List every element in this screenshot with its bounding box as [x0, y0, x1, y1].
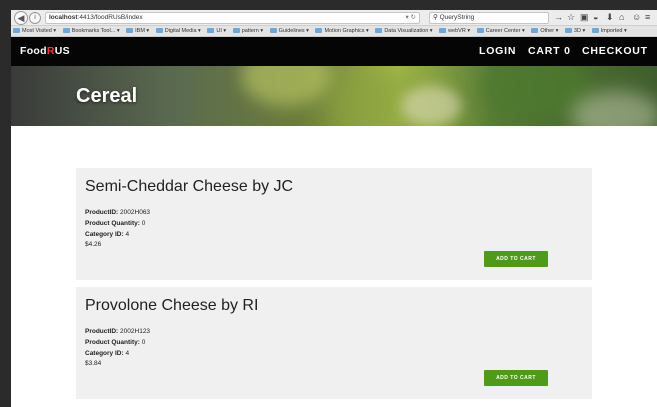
product-card: Semi-Cheddar Cheese by JC ProductID: 200…	[76, 168, 592, 280]
search-input[interactable]: ⚲ QueryString	[429, 12, 549, 24]
product-quantity: Product Quantity: 0	[85, 339, 146, 346]
product-category: Category ID: 4	[85, 350, 130, 357]
folder-icon	[269, 28, 277, 34]
page-title: Cereal	[76, 85, 138, 107]
login-link[interactable]: LOGIN	[479, 45, 516, 57]
product-category: Category ID: 4	[85, 231, 130, 238]
bookmark-item[interactable]: 3D ▾	[564, 26, 585, 36]
clipboard-icon[interactable]: ▣	[580, 11, 589, 24]
folder-icon	[13, 28, 20, 34]
bookmark-star-icon[interactable]: ☆	[567, 11, 575, 24]
hero-highlight	[241, 66, 331, 106]
folder-icon	[155, 28, 163, 34]
bookmark-item[interactable]: IBM ▾	[126, 26, 149, 36]
product-quantity: Product Quantity: 0	[85, 220, 146, 227]
product-id: ProductID: 2002H123	[85, 328, 151, 335]
add-to-cart-button[interactable]: ADD TO CART	[484, 370, 548, 386]
bookmark-item[interactable]: UI ▾	[207, 26, 226, 36]
search-icon: ⚲	[433, 14, 440, 21]
folder-icon	[232, 28, 240, 34]
bookmark-item[interactable]: pattern ▾	[232, 26, 263, 36]
checkout-link[interactable]: CHECKOUT	[582, 45, 648, 57]
product-title: Provolone Cheese by RI	[85, 297, 259, 314]
folder-icon	[564, 28, 572, 34]
info-icon[interactable]: i	[29, 12, 41, 24]
folder-icon	[375, 28, 383, 34]
go-arrow-icon[interactable]: →	[554, 11, 563, 24]
category-hero-banner: Cereal	[11, 66, 657, 126]
bookmark-item[interactable]: Data Visualization ▾	[375, 26, 433, 36]
sync-icon[interactable]: ☺	[632, 11, 641, 24]
bookmark-item[interactable]: Digital Media ▾	[155, 26, 201, 36]
folder-icon	[62, 28, 70, 34]
pocket-icon[interactable]: ◒	[593, 11, 598, 24]
folder-icon	[315, 28, 323, 34]
bookmark-item[interactable]: Other ▾	[531, 26, 558, 36]
reload-icon[interactable]: ▾ ↻	[405, 13, 416, 23]
bookmark-item[interactable]: Imported ▾	[591, 26, 627, 36]
cart-link[interactable]: CART 0	[528, 45, 571, 57]
bookmarks-bar: Most Visited ▾ Bookmarks Tool... ▾ IBM ▾…	[11, 26, 657, 37]
folder-icon	[439, 28, 447, 34]
back-icon[interactable]: ◀	[14, 11, 28, 25]
search-query: QueryString	[439, 14, 475, 21]
url-bar[interactable]: localhost:4413/foodRUsB/index ▾ ↻	[45, 12, 420, 24]
download-icon[interactable]: ⬇	[606, 11, 614, 24]
product-card: Provolone Cheese by RI ProductID: 2002H1…	[76, 287, 592, 399]
bookmark-item[interactable]: webVR ▾	[439, 26, 470, 36]
site-logo[interactable]: FoodRUS	[20, 45, 70, 57]
folder-icon	[207, 28, 215, 34]
product-price: $3.84	[85, 360, 102, 367]
product-title: Semi-Cheddar Cheese by JC	[85, 178, 294, 195]
folder-icon	[591, 28, 599, 34]
product-price: $4.26	[85, 241, 102, 248]
hero-cheese	[401, 86, 461, 126]
add-to-cart-button[interactable]: ADD TO CART	[484, 251, 548, 267]
site-navbar: FoodRUS LOGIN CART 0 CHECKOUT	[11, 37, 657, 66]
folder-icon	[476, 28, 484, 34]
menu-icon[interactable]: ≡	[645, 11, 650, 24]
browser-window: ◀ i localhost:4413/foodRUsB/index ▾ ↻ ⚲ Q…	[11, 10, 657, 407]
browser-toolbar: ◀ i localhost:4413/foodRUsB/index ▾ ↻ ⚲ Q…	[11, 10, 657, 26]
url-path: :4413/foodRUsB/index	[77, 14, 143, 21]
url-host: localhost	[49, 14, 78, 21]
bookmark-item[interactable]: Career Center ▾	[476, 26, 525, 36]
bookmark-item[interactable]: Motion Graphics ▾	[315, 26, 369, 36]
home-icon[interactable]: ⌂	[619, 11, 624, 24]
product-id: ProductID: 2002H063	[85, 209, 151, 216]
folder-icon	[531, 28, 539, 34]
bookmark-item[interactable]: Guidelines ▾	[269, 26, 309, 36]
bookmark-item[interactable]: Bookmarks Tool... ▾	[62, 26, 120, 36]
bookmark-item[interactable]: Most Visited ▾	[13, 26, 56, 36]
folder-icon	[126, 28, 134, 34]
